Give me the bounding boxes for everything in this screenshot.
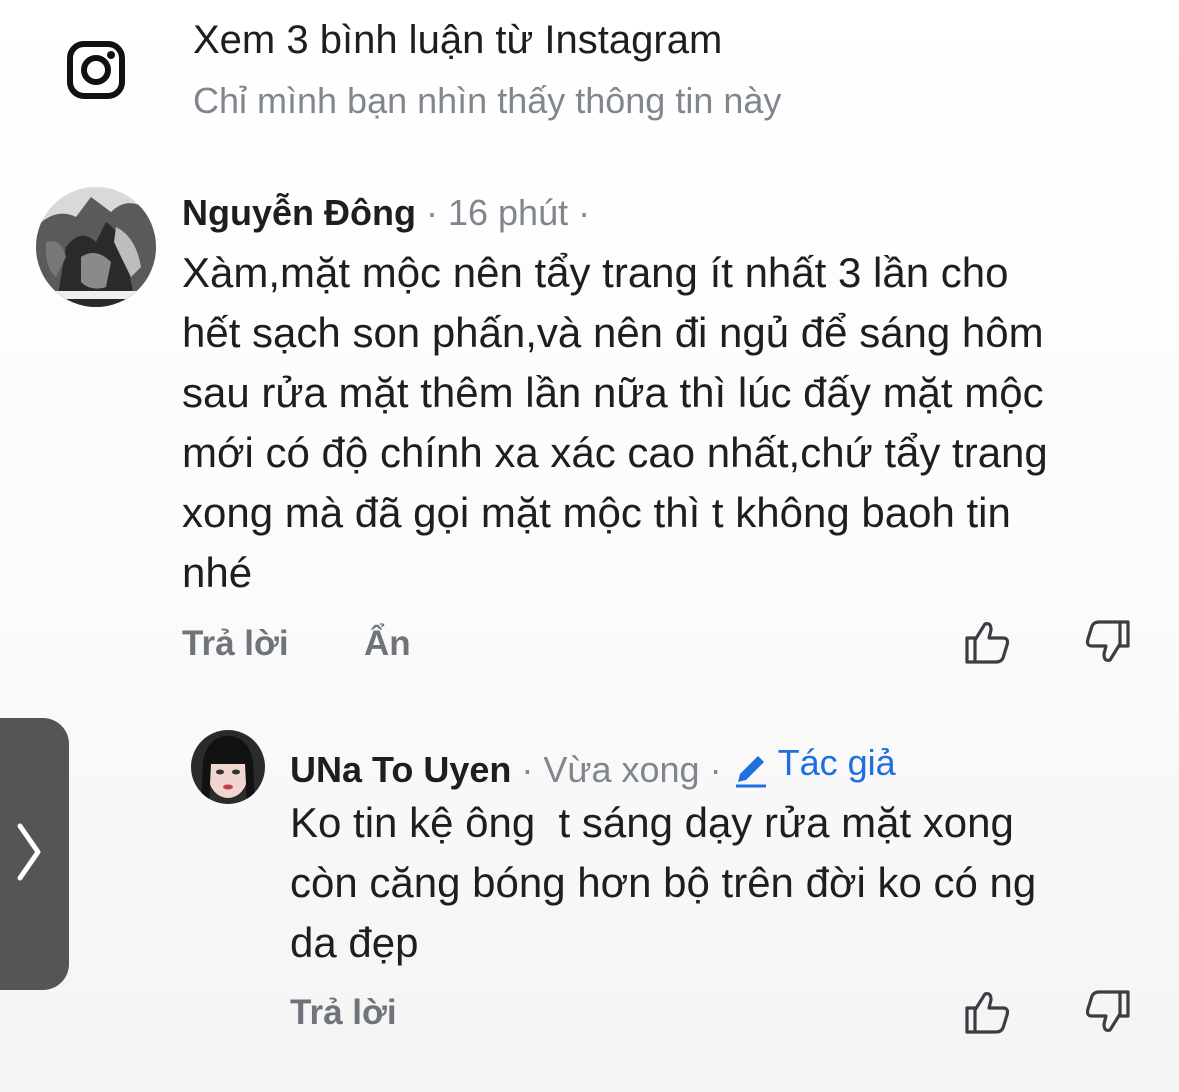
avatar[interactable] (36, 187, 156, 307)
banner-subtitle: Chỉ mình bạn nhìn thấy thông tin này (193, 80, 782, 121)
comment-meta: UNa To Uyen · Vừa xong · Tác giả (290, 742, 896, 791)
instagram-comments-banner[interactable]: Xem 3 bình luận từ Instagram Chỉ mình bạ… (0, 0, 1179, 150)
comment-meta: Nguyễn Đông · 16 phút · (182, 192, 600, 234)
comment-author[interactable]: Nguyễn Đông (182, 192, 416, 234)
thumbs-down-icon[interactable] (1084, 618, 1132, 666)
avatar[interactable] (191, 730, 265, 804)
chevron-right-icon (17, 823, 41, 881)
comment-line: nhé (182, 549, 253, 596)
hide-button[interactable]: Ẩn (364, 624, 411, 664)
author-badge: Tác giả (732, 742, 896, 788)
author-badge-label: Tác giả (777, 742, 896, 783)
thumbs-down-icon[interactable] (1084, 988, 1132, 1036)
comment-body: Xàm,mặt mộc nên tẩy trang ít nhất 3 lần … (182, 243, 1142, 603)
thumbs-up-icon[interactable] (963, 988, 1011, 1036)
expand-side-tab[interactable] (0, 718, 69, 990)
comment-line: còn căng bóng hơn bộ trên đời ko có ng (290, 859, 1037, 906)
pencil-icon (735, 756, 766, 788)
meta-separator: · (521, 749, 534, 790)
comment-time: Vừa xong (543, 749, 700, 790)
meta-separator: · (578, 192, 591, 233)
comment-line: sau rửa mặt thêm lần nữa thì lúc đấy mặt… (182, 369, 1044, 416)
meta-separator: · (709, 749, 722, 790)
comment-line: hết sạch son phấn,và nên đi ngủ để sáng … (182, 309, 1044, 356)
reply-button[interactable]: Trả lời (290, 993, 397, 1033)
instagram-icon (67, 41, 125, 99)
comment-line: mới có độ chính xa xác cao nhất,chứ tẩy … (182, 429, 1048, 476)
comment-line: Xàm,mặt mộc nên tẩy trang ít nhất 3 lần … (182, 249, 1009, 296)
comment-time: 16 phút (447, 192, 569, 233)
comment-author[interactable]: UNa To Uyen (290, 749, 511, 791)
comment-line: xong mà đã gọi mặt mộc thì t không baoh … (182, 489, 1011, 536)
comment-line: da đẹp (290, 919, 419, 966)
reply-button[interactable]: Trả lời (182, 624, 289, 664)
comment-line: Ko tin kệ ông t sáng dạy rửa mặt xong (290, 799, 1014, 846)
banner-title: Xem 3 bình luận từ Instagram (193, 18, 723, 62)
meta-separator: · (425, 192, 438, 233)
thumbs-up-icon[interactable] (963, 618, 1011, 666)
comment-body: Ko tin kệ ông t sáng dạy rửa mặt xong cò… (290, 793, 1140, 973)
